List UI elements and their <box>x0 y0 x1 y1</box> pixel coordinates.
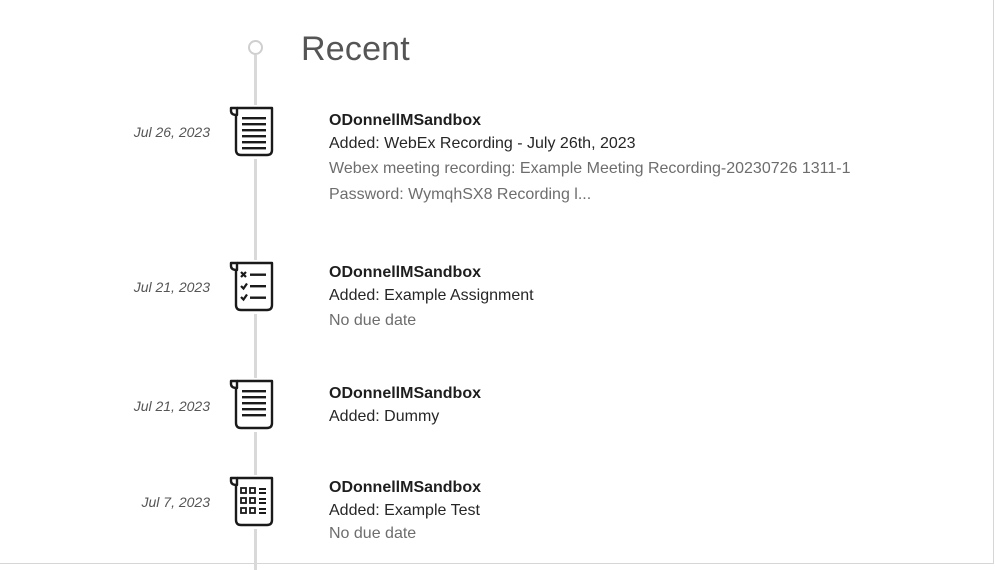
item-description: Password: WymqhSX8 Recording l... <box>329 186 592 203</box>
item-title-link[interactable]: Added: WebEx Recording - July 26th, 2023 <box>329 132 979 156</box>
item-title-link[interactable]: Added: Example Assignment <box>329 284 979 308</box>
entry-date: Jul 7, 2023 <box>141 494 211 510</box>
document-icon <box>228 105 282 159</box>
course-name-link[interactable]: ODonnellMSandbox <box>329 110 979 132</box>
entry-content: ODonnellMSandbox Added: Example Test No … <box>329 477 979 545</box>
test-icon <box>228 475 282 529</box>
course-name-link[interactable]: ODonnellMSandbox <box>329 477 979 499</box>
recent-activity-panel: Recent Jul 26, 2023 ODonnellMSandbox Add… <box>0 0 994 570</box>
section-title: Recent <box>301 30 410 68</box>
entry-date: Jul 21, 2023 <box>133 398 210 414</box>
entry-date: Jul 26, 2023 <box>133 124 210 140</box>
due-date-text: No due date <box>329 525 417 542</box>
timeline-start-dot <box>248 40 263 55</box>
entry-content: ODonnellMSandbox Added: WebEx Recording … <box>329 110 979 208</box>
course-name-link[interactable]: ODonnellMSandbox <box>329 383 979 405</box>
due-date-text: No due date <box>329 312 417 329</box>
document-icon <box>228 378 282 432</box>
course-name-link[interactable]: ODonnellMSandbox <box>329 262 979 284</box>
entry-date: Jul 21, 2023 <box>133 279 210 295</box>
item-description: Webex meeting recording: Example Meeting… <box>329 160 851 177</box>
entry-content: ODonnellMSandbox Added: Dummy <box>329 383 979 429</box>
assignment-icon <box>228 260 282 314</box>
item-title-link[interactable]: Added: Example Test <box>329 499 979 523</box>
entry-content: ODonnellMSandbox Added: Example Assignme… <box>329 262 979 334</box>
item-title-link[interactable]: Added: Dummy <box>329 405 979 429</box>
